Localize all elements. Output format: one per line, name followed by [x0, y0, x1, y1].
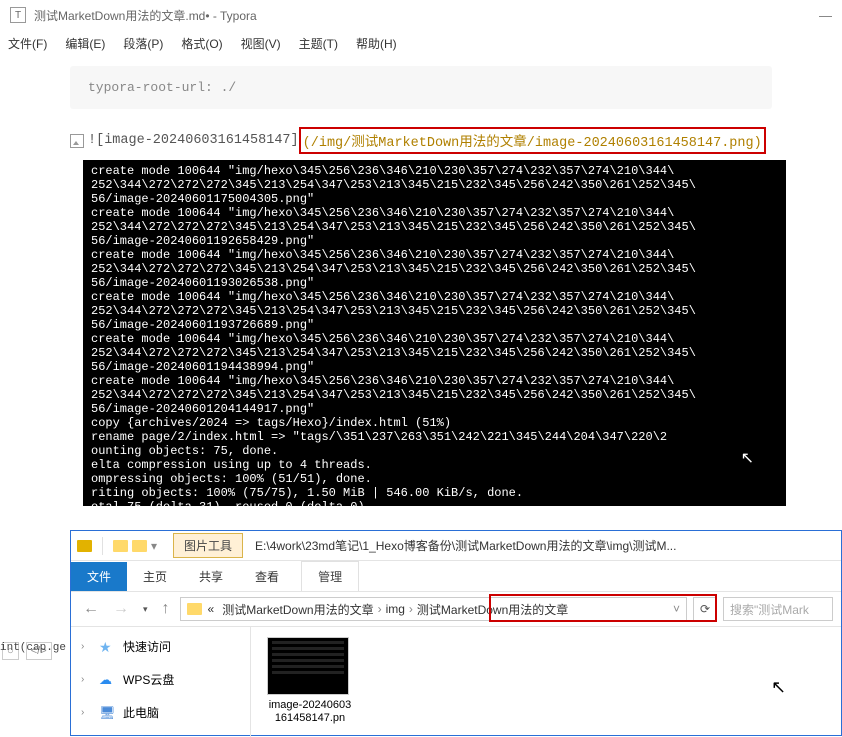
explorer-body: › ★ 快速访问 › ☁ WPS云盘 › 🖥 此电脑 image-20	[71, 627, 841, 737]
cursor-arrow-icon: ↖	[771, 677, 786, 698]
file-name-label: image-20240603161458147.pn	[267, 699, 353, 725]
navigation-pane: › ★ 快速访问 › ☁ WPS云盘 › 🖥 此电脑	[71, 627, 251, 737]
search-input[interactable]: 搜索"测试Mark	[723, 597, 833, 621]
nav-forward-icon[interactable]: →	[109, 600, 133, 618]
nav-label: 快速访问	[123, 638, 171, 655]
divider	[102, 537, 103, 555]
chevron-right-icon[interactable]: ›	[81, 641, 91, 652]
nav-quick-access[interactable]: › ★ 快速访问	[77, 635, 244, 658]
menu-theme[interactable]: 主题(T)	[299, 35, 338, 52]
nav-up-icon[interactable]: ↑	[158, 600, 174, 618]
chevron-right-icon[interactable]: ›	[409, 602, 413, 616]
explorer-addressbar: ← → ▾ ↑ « 测试MarketDown用法的文章 › img › 测试Ma…	[71, 591, 841, 627]
breadcrumb-overflow[interactable]: «	[208, 602, 215, 616]
typora-app-icon: T	[10, 7, 26, 23]
embedded-terminal-image: create mode 100644 "img/hexo\345\256\236…	[83, 160, 786, 506]
nav-label: WPS云盘	[123, 671, 174, 688]
thumbnail-image	[267, 637, 349, 695]
folder-icon	[187, 603, 202, 615]
file-thumbnail[interactable]: image-20240603161458147.pn	[267, 637, 353, 725]
typora-menubar: 文件(F) 编辑(E) 段落(P) 格式(O) 视图(V) 主题(T) 帮助(H…	[0, 30, 842, 56]
menu-format[interactable]: 格式(O)	[181, 35, 222, 52]
markdown-image-line[interactable]: ![image-20240603161458147] (/img/测试Marke…	[70, 127, 772, 154]
nav-back-icon[interactable]: ←	[79, 600, 103, 618]
menu-view[interactable]: 视图(V)	[241, 35, 281, 52]
code-fragment: int(cap.ge	[0, 642, 66, 654]
folder-icon[interactable]	[113, 540, 128, 552]
menu-paragraph[interactable]: 段落(P)	[123, 35, 163, 52]
image-placeholder-icon	[70, 134, 84, 148]
cloud-icon: ☁	[99, 672, 115, 688]
breadcrumb-seg[interactable]: 测试MarketDown用法的文章	[222, 601, 373, 618]
folder-icon[interactable]	[77, 540, 92, 552]
chevron-right-icon[interactable]: ›	[81, 674, 91, 685]
overflow-icon[interactable]: ▾	[151, 539, 157, 553]
typora-titlebar: T 测试MarketDown用法的文章.md• - Typora —	[0, 0, 842, 30]
pc-icon: 🖥	[99, 705, 115, 721]
frontmatter-block[interactable]: typora-root-url: ./	[70, 66, 772, 109]
terminal-output: create mode 100644 "img/hexo\345\256\236…	[91, 164, 696, 506]
menu-edit[interactable]: 编辑(E)	[65, 35, 105, 52]
content-pane[interactable]: image-20240603161458147.pn ↖	[251, 627, 841, 737]
star-icon: ★	[99, 639, 115, 655]
chevron-right-icon[interactable]: ›	[378, 602, 382, 616]
explorer-ribbon: 文件 主页 共享 查看 管理	[71, 561, 841, 591]
explorer-title-path: E:\4work\23md笔记\1_Hexo博客备份\测试MarketDown用…	[255, 537, 841, 554]
quick-access-toolbar: ▾	[71, 537, 163, 555]
left-gutter: ○ </> int(cap.ge	[0, 640, 65, 662]
ribbon-manage[interactable]: 管理	[301, 561, 359, 591]
chevron-down-icon[interactable]: ˅	[673, 602, 680, 616]
editor-area[interactable]: typora-root-url: ./ ![image-202406031614…	[0, 56, 842, 506]
image-alt-text: ![image-20240603161458147]	[88, 133, 299, 148]
typora-title: 测试MarketDown用法的文章.md• - Typora	[34, 7, 257, 24]
folder-icon[interactable]	[132, 540, 147, 552]
nav-history-icon[interactable]: ▾	[139, 604, 152, 615]
refresh-button[interactable]: ⟳	[693, 597, 717, 621]
cursor-arrow-icon: ↖	[741, 452, 754, 466]
explorer-titlebar: ▾ 图片工具 E:\4work\23md笔记\1_Hexo博客备份\测试Mark…	[71, 531, 841, 561]
breadcrumb-seg[interactable]: img	[386, 602, 405, 616]
menu-file[interactable]: 文件(F)	[8, 35, 47, 52]
nav-label: 此电脑	[123, 704, 159, 721]
chevron-right-icon[interactable]: ›	[81, 707, 91, 718]
context-tab-label: 图片工具	[173, 533, 243, 558]
menu-help[interactable]: 帮助(H)	[356, 35, 397, 52]
minimize-icon[interactable]: —	[819, 8, 832, 23]
nav-this-pc[interactable]: › 🖥 此电脑	[77, 701, 244, 724]
breadcrumb-seg[interactable]: 测试MarketDown用法的文章	[417, 601, 568, 618]
ribbon-view[interactable]: 查看	[239, 562, 295, 591]
ribbon-share[interactable]: 共享	[183, 562, 239, 591]
ribbon-home[interactable]: 主页	[127, 562, 183, 591]
breadcrumb[interactable]: « 测试MarketDown用法的文章 › img › 测试MarketDown…	[180, 597, 687, 621]
file-explorer-window: ▾ 图片工具 E:\4work\23md笔记\1_Hexo博客备份\测试Mark…	[70, 530, 842, 736]
nav-wps-cloud[interactable]: › ☁ WPS云盘	[77, 668, 244, 691]
window-controls: —	[819, 8, 832, 23]
ribbon-file[interactable]: 文件	[71, 562, 127, 591]
image-path-highlight: (/img/测试MarketDown用法的文章/image-2024060316…	[299, 127, 766, 154]
